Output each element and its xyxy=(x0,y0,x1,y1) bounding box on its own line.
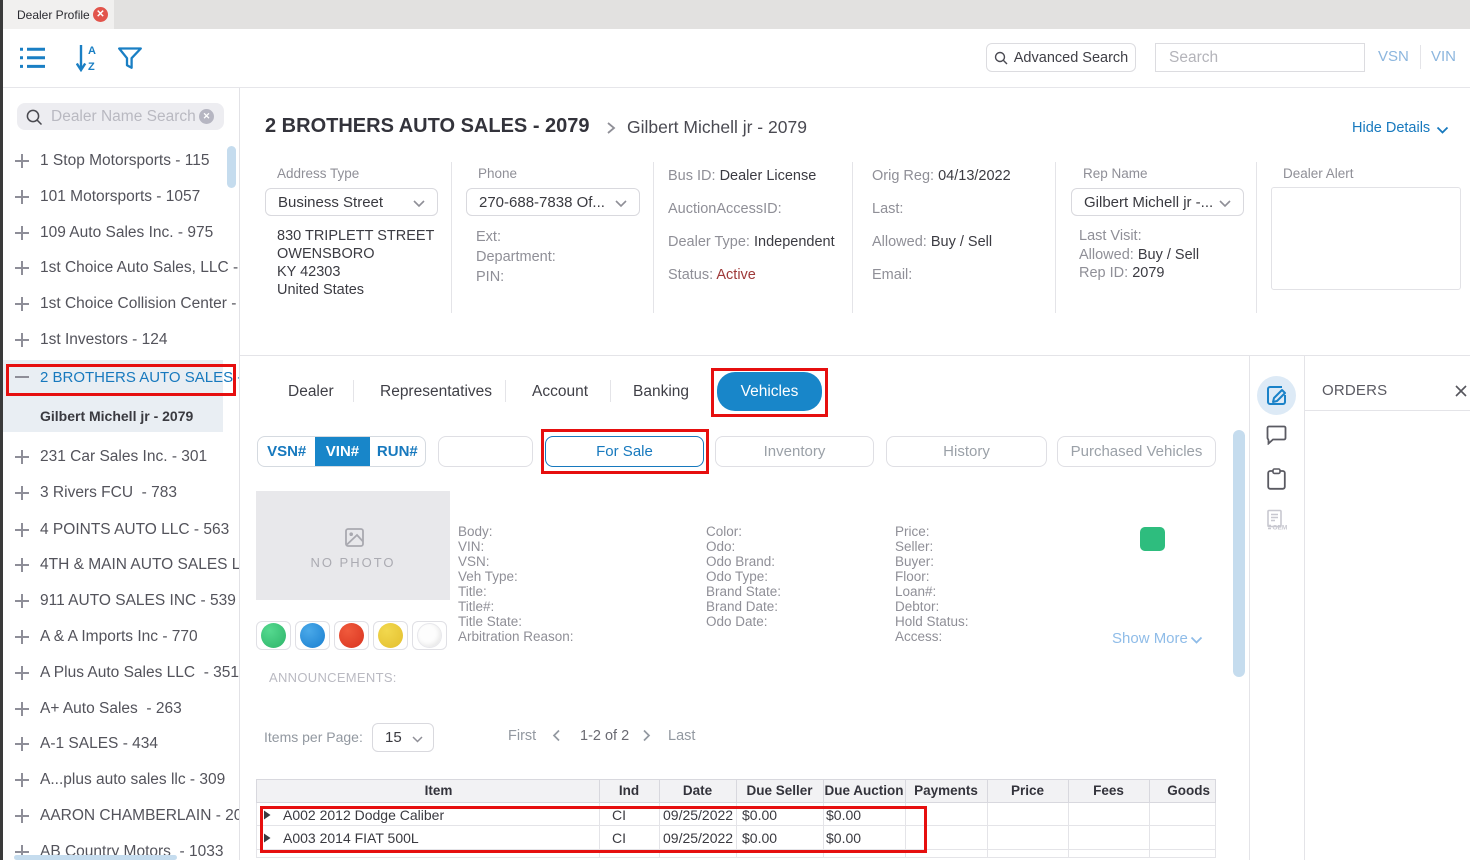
svg-text:Z: Z xyxy=(88,61,95,72)
svg-text:OEM: OEM xyxy=(1273,525,1288,532)
svg-text:A: A xyxy=(88,45,96,57)
